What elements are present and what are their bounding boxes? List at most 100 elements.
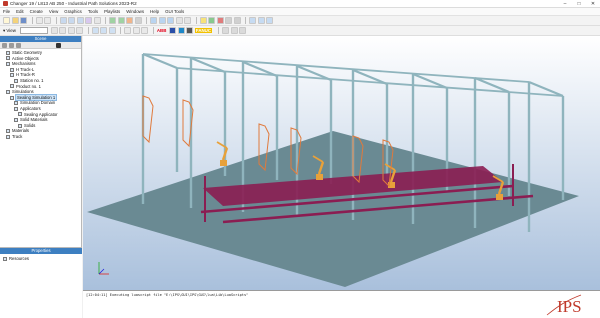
path-icon[interactable]: [117, 17, 125, 24]
station-icon: [14, 78, 18, 83]
side-view-icon[interactable]: [67, 27, 75, 34]
kuka-icon[interactable]: [169, 27, 177, 34]
select-icon[interactable]: [59, 17, 67, 24]
help-icon[interactable]: [239, 27, 247, 34]
robot-icon: [10, 67, 14, 72]
solid-icon[interactable]: [100, 27, 108, 34]
folder-icon: [6, 56, 10, 61]
title-bar: Changer 19 / L813 AB 250 - Industrial Pa…: [0, 0, 600, 8]
menu-playlists[interactable]: Playlists: [104, 9, 120, 14]
robot-icon: [10, 73, 14, 78]
play-icon[interactable]: [208, 17, 215, 24]
toolbar-separator: [152, 27, 154, 34]
front-view-icon[interactable]: [50, 27, 58, 34]
zoom-icon[interactable]: [158, 17, 166, 24]
toolbar-separator: [105, 17, 106, 24]
menu-tools[interactable]: Tools: [88, 9, 98, 14]
staubli-icon[interactable]: [186, 27, 194, 34]
menu-edit[interactable]: Edit: [16, 9, 24, 14]
fit-view-icon[interactable]: [167, 17, 174, 24]
expand-icon[interactable]: [2, 42, 7, 48]
grid-icon[interactable]: [93, 17, 101, 24]
product-icon: [10, 84, 14, 89]
light-icon[interactable]: [175, 17, 183, 24]
redo-icon[interactable]: [44, 17, 51, 24]
application-window: Changer 19 / L813 AB 250 - Industrial Pa…: [0, 0, 600, 318]
export-icon[interactable]: [233, 17, 241, 24]
measure-icon[interactable]: [85, 17, 92, 24]
properties-item[interactable]: Resources: [0, 256, 82, 262]
collapse-icon[interactable]: [9, 42, 14, 48]
view-field[interactable]: [19, 27, 48, 34]
view-toolbar: ▾ View ABB FANUC: [0, 26, 600, 36]
stop-icon[interactable]: [216, 17, 224, 24]
menu-help[interactable]: Help: [150, 9, 159, 14]
layout-icon[interactable]: [230, 27, 238, 34]
view-dropdown[interactable]: ▾ View: [3, 28, 16, 34]
minimize-button[interactable]: –: [558, 0, 572, 8]
tree-item[interactable]: Track: [2, 134, 79, 140]
scene-tree: Static Geometry Active Objects Mechanisms H…: [0, 49, 81, 141]
move-icon[interactable]: [68, 17, 75, 24]
toolbar-separator: [245, 17, 246, 24]
highlight-icon[interactable]: [199, 17, 207, 24]
iso-view-icon[interactable]: [76, 27, 84, 34]
robot-icon[interactable]: [109, 17, 116, 24]
binoculars-icon[interactable]: [56, 42, 61, 48]
domain-icon: [14, 101, 18, 106]
save-icon[interactable]: [20, 17, 27, 24]
maximize-button[interactable]: □: [572, 0, 586, 8]
main-toolbar: [0, 16, 600, 26]
toolbar-separator: [31, 17, 33, 24]
top-view-icon[interactable]: [59, 27, 67, 34]
menu-create[interactable]: Create: [30, 9, 43, 14]
toolbar-separator: [195, 17, 197, 24]
console-line: [12:04:11] Executing luascript file "E:\…: [86, 293, 249, 297]
rotate-icon[interactable]: [76, 17, 84, 24]
library-icon[interactable]: [222, 27, 230, 34]
open-folder-icon[interactable]: [11, 17, 19, 24]
yaskawa-icon[interactable]: [177, 27, 185, 34]
fanuc-logo-button[interactable]: FANUC: [194, 28, 213, 33]
report-icon[interactable]: [257, 17, 265, 24]
properties-panel: Properties Resources: [0, 247, 82, 318]
robot-base: [316, 174, 323, 180]
settings-icon[interactable]: [134, 17, 142, 24]
section-icon[interactable]: [124, 27, 132, 34]
abb-logo-button[interactable]: ABB: [157, 28, 167, 33]
robot-base: [220, 160, 227, 166]
material-icon: [14, 117, 18, 122]
close-button[interactable]: ✕: [586, 0, 600, 8]
undo-icon[interactable]: [35, 17, 43, 24]
filter-icon[interactable]: [16, 42, 21, 48]
camera-icon[interactable]: [150, 17, 157, 24]
properties-item-label: Resources: [9, 256, 30, 261]
properties-panel-title: Properties: [0, 248, 82, 254]
menu-windows[interactable]: Windows: [126, 9, 144, 14]
chart-icon[interactable]: [249, 17, 256, 24]
toolbar-separator: [120, 27, 122, 34]
wireframe-icon[interactable]: [91, 27, 99, 34]
menu-bar: File Edit Create View Graphics Tools Pla…: [0, 8, 600, 16]
menu-graphics[interactable]: Graphics: [64, 9, 82, 14]
3d-scene[interactable]: [83, 36, 600, 290]
record-icon[interactable]: [225, 17, 232, 24]
tree-item-label: Track: [12, 133, 23, 139]
transparency-icon[interactable]: [108, 27, 116, 34]
menu-view[interactable]: View: [49, 9, 58, 14]
toolbar-separator: [146, 17, 147, 24]
new-file-icon[interactable]: [3, 17, 10, 24]
toolbar-separator: [55, 17, 57, 24]
clip-icon[interactable]: [132, 27, 140, 34]
console-panel: [12:04:11] Executing luascript file "E:\…: [83, 290, 543, 318]
shading-icon[interactable]: [184, 17, 191, 24]
app-icon: [3, 1, 8, 6]
3d-viewport[interactable]: [83, 36, 600, 290]
frame-icon[interactable]: [141, 27, 149, 34]
ips-logo-graphic: IPS: [546, 294, 582, 316]
menu-file[interactable]: File: [3, 9, 10, 14]
robot-base: [496, 194, 503, 200]
menu-gui-tools[interactable]: GUI Tools: [165, 9, 184, 14]
sealing-icon[interactable]: [126, 17, 133, 24]
script-icon[interactable]: [266, 17, 273, 24]
